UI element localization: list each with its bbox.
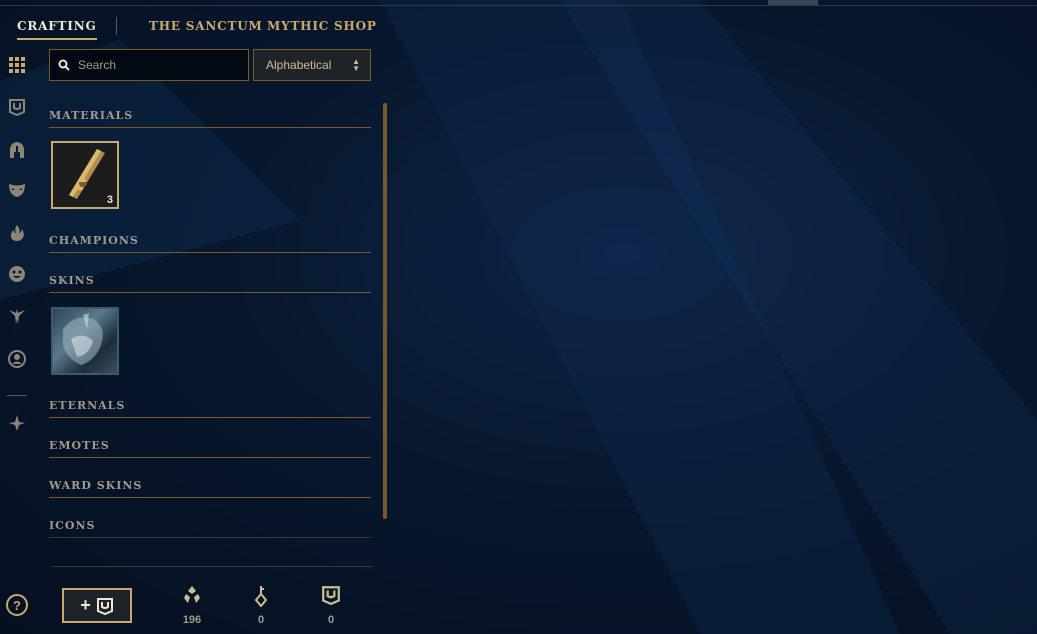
currency-value: 0 [327,614,335,626]
chest-icon [96,597,113,615]
key-icon [254,586,268,607]
key-fragment-tile[interactable]: 3 [51,141,119,209]
scrollbar[interactable] [383,103,387,519]
tab-the-sanctum[interactable]: THE SANCTUM [149,19,263,33]
tab-crafting[interactable]: CRAFTING [17,19,97,40]
blue-essence-currency: 196 [172,585,212,626]
grid-icon[interactable] [6,54,28,76]
section-label: MATERIALS [49,109,134,122]
currency-value: 0 [257,614,265,626]
section-label: CHAMPIONS [49,234,139,247]
section-label: ETERNALS [49,399,126,412]
section-icons[interactable]: ICONS [49,513,371,538]
chest-icon[interactable] [6,96,28,118]
emote-face-icon[interactable] [6,263,28,285]
tab-mythic-shop[interactable]: MYTHIC SHOP [267,19,377,33]
ability-icon[interactable] [6,412,28,434]
mask-icon[interactable] [6,179,28,201]
section-label: SKINS [49,274,95,287]
section-label: WARD SKINS [49,479,143,492]
profile-icon[interactable] [6,348,28,370]
help-button[interactable]: ? [6,594,28,616]
item-count: 3 [106,194,113,206]
ward-icon[interactable] [6,305,28,327]
background-art [0,0,1037,634]
search-box[interactable] [49,49,249,81]
section-skins[interactable]: SKINS [49,268,371,293]
helmet-icon[interactable] [6,139,28,161]
add-chest-button[interactable]: + [62,588,132,623]
key-currency: 0 [241,585,281,626]
skin-shard-tile[interactable] [51,307,119,375]
section-ward-skins[interactable]: WARD SKINS [49,473,371,498]
search-input[interactable] [76,57,240,73]
chest-icon [322,586,340,605]
sort-selected-label: Alphabetical [266,58,332,72]
section-materials[interactable]: MATERIALS [49,103,371,128]
sort-dropdown[interactable]: Alphabetical ▲ ▼ [253,49,371,81]
section-label: ICONS [49,519,96,532]
top-navigation: CRAFTING THE SANCTUM MYTHIC SHOP [0,0,400,50]
chevron-updown-icon: ▲ ▼ [352,57,360,73]
section-emotes[interactable]: EMOTES [49,433,371,458]
section-label: EMOTES [49,439,110,452]
chest-currency: 0 [311,585,351,626]
blue-essence-icon [184,586,200,603]
flame-icon[interactable] [6,222,28,244]
currency-value: 196 [182,614,202,626]
search-icon [58,59,70,71]
nav-divider [116,17,117,35]
top-tab-marker [768,0,818,5]
rail-divider [7,395,27,396]
footer-divider [51,566,373,567]
section-eternals[interactable]: ETERNALS [49,393,371,418]
skin-art-image [63,313,103,365]
plus-label: + [80,595,91,615]
section-champions[interactable]: CHAMPIONS [49,228,371,253]
